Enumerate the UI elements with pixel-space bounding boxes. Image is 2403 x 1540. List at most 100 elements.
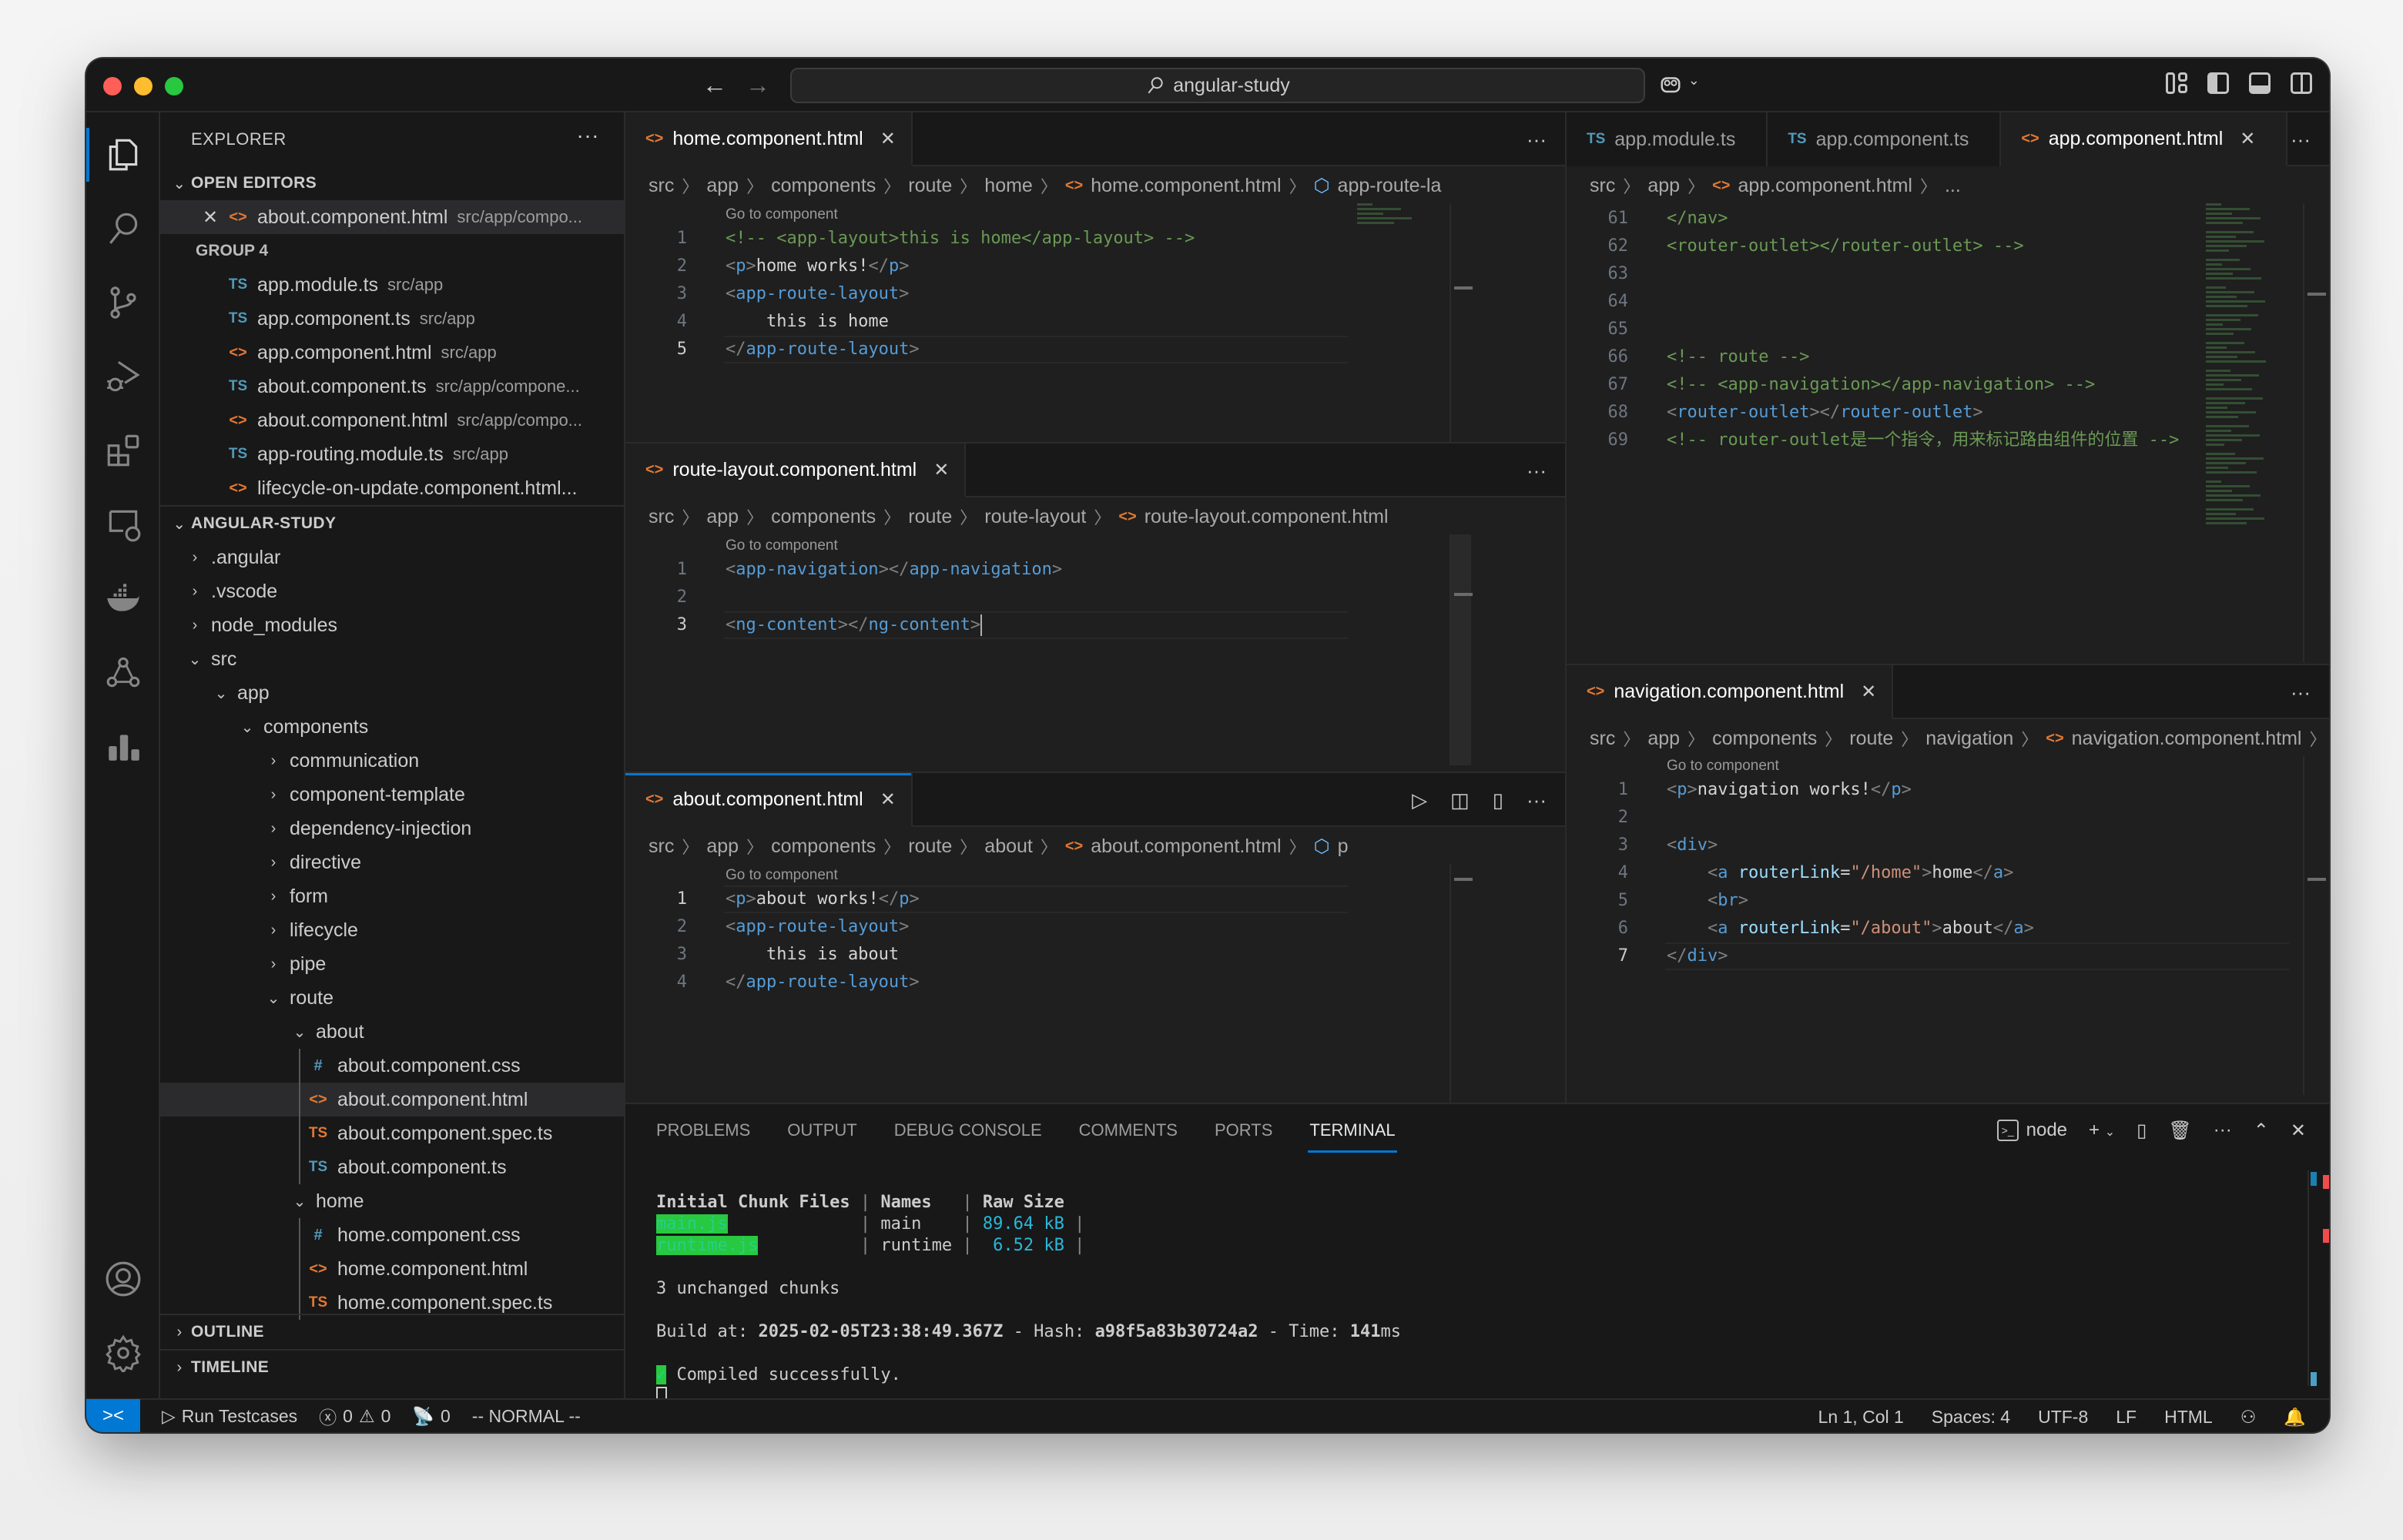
open-editor-item[interactable]: TS app.module.ts src/app: [160, 268, 624, 302]
terminal-instance[interactable]: >_ node: [1996, 1120, 2067, 1141]
project-section-header[interactable]: ⌄ ANGULAR-STUDY: [160, 507, 624, 541]
breadcrumb-item[interactable]: src: [649, 835, 674, 858]
maximize-panel-icon[interactable]: ⌃: [2254, 1120, 2269, 1142]
tree-folder[interactable]: › .vscode: [160, 574, 624, 608]
tree-folder[interactable]: › .angular: [160, 541, 624, 574]
run-icon[interactable]: ▷: [1412, 788, 1427, 812]
vertical-scrollbar[interactable]: [1450, 534, 1473, 765]
code-editor[interactable]: 1 <!-- <app-layout>this is home</app-layo…: [625, 225, 1396, 363]
tree-file[interactable]: # home.component.css: [160, 1218, 624, 1252]
editor-more-actions-button[interactable]: ···: [2291, 681, 2311, 705]
close-tab-icon[interactable]: ✕: [2240, 128, 2255, 150]
vertical-scrollbar[interactable]: [1450, 864, 1473, 1103]
breadcrumb-item[interactable]: src: [649, 506, 674, 528]
breadcrumb-item[interactable]: ...: [1945, 175, 1961, 197]
tree-file[interactable]: <> home.component.html: [160, 1252, 624, 1286]
panel-tab-comments[interactable]: COMMENTS: [1079, 1120, 1178, 1140]
minimap[interactable]: [2206, 203, 2275, 664]
open-editors-section-header[interactable]: ⌄ OPEN EDITORS: [160, 166, 624, 200]
copilot-menu-button[interactable]: ⌄: [1659, 72, 1700, 101]
breadcrumb-item[interactable]: src: [1590, 175, 1615, 197]
panel-tab-output[interactable]: OUTPUT: [787, 1120, 856, 1140]
customize-layout-button[interactable]: [2166, 72, 2187, 94]
open-editor-item[interactable]: <> lifecycle-on-update.component.html...: [160, 471, 624, 505]
breadcrumb-item[interactable]: app: [706, 835, 739, 858]
copilot-status-icon[interactable]: ⚇: [2240, 1407, 2257, 1428]
tree-folder[interactable]: › node_modules: [160, 608, 624, 642]
go-back-button[interactable]: ←: [702, 71, 727, 99]
breadcrumb-item[interactable]: route: [908, 835, 952, 858]
go-to-component-codelens[interactable]: Go to component: [726, 206, 838, 223]
breadcrumb-item[interactable]: components: [771, 835, 876, 858]
gitlens-activity[interactable]: [86, 638, 160, 707]
tree-folder[interactable]: ⌄ app: [160, 676, 624, 710]
breadcrumb-item[interactable]: route: [1849, 728, 1893, 750]
tree-folder[interactable]: › directive: [160, 845, 624, 879]
tab-route-layout-component-html[interactable]: <> route-layout.component.html ✕: [625, 444, 967, 497]
panel-tab-terminal[interactable]: TERMINAL: [1308, 1120, 1397, 1153]
editor-more-actions-button[interactable]: ···: [1527, 128, 1547, 152]
breadcrumb-item[interactable]: route: [908, 175, 952, 197]
editor-more-actions-button[interactable]: ···: [1527, 459, 1547, 483]
code-editor[interactable]: 1 <app-navigation></app-navigation> 2 3 <ng-…: [625, 556, 1396, 639]
open-preview-icon[interactable]: ◫: [1450, 788, 1470, 812]
tree-folder[interactable]: › dependency-injection: [160, 812, 624, 845]
panel-tab-debug-console[interactable]: DEBUG CONSOLE: [894, 1120, 1042, 1140]
open-editor-item[interactable]: <> app.component.html src/app: [160, 336, 624, 370]
panel-tab-ports[interactable]: PORTS: [1215, 1120, 1272, 1140]
breadcrumb-item[interactable]: navigation: [1925, 728, 2013, 750]
tab-app-component-html[interactable]: <> app.component.html ✕: [2001, 112, 2288, 166]
tree-folder[interactable]: › lifecycle: [160, 913, 624, 947]
breadcrumb-item[interactable]: route: [908, 506, 952, 528]
breadcrumb-item[interactable]: components: [771, 506, 876, 528]
breadcrumb-item[interactable]: app: [706, 175, 739, 197]
cursor-position[interactable]: Ln 1, Col 1: [1818, 1407, 1904, 1428]
toggle-secondary-sidebar-button[interactable]: [2291, 72, 2312, 94]
vertical-scrollbar[interactable]: [2303, 203, 2326, 662]
tree-file[interactable]: TS about.component.spec.ts: [160, 1116, 624, 1150]
charts-activity[interactable]: [86, 711, 160, 781]
toggle-primary-sidebar-button[interactable]: [2207, 72, 2229, 94]
breadcrumb-item[interactable]: about: [984, 835, 1033, 858]
tab-app-component-ts[interactable]: TS app.component.ts: [1768, 112, 2002, 166]
split-editor-icon[interactable]: ▯: [1493, 788, 1503, 812]
end-of-line[interactable]: LF: [2116, 1407, 2137, 1428]
trash-icon[interactable]: 🗑: [2168, 1120, 2191, 1142]
breadcrumb-item[interactable]: app: [1647, 175, 1680, 197]
terminal-scrollbar[interactable]: [2307, 1170, 2329, 1386]
new-terminal-button[interactable]: + ⌄: [2089, 1120, 2115, 1141]
accounts-activity[interactable]: [86, 1244, 160, 1314]
remote-explorer-activity[interactable]: [86, 490, 160, 559]
manage-activity[interactable]: [86, 1318, 160, 1388]
extensions-activity[interactable]: [86, 416, 160, 485]
tree-folder[interactable]: › component-template: [160, 778, 624, 812]
toggle-panel-button[interactable]: [2249, 72, 2271, 94]
tree-folder[interactable]: › form: [160, 879, 624, 913]
problems-indicator[interactable]: ⓧ 0 ⚠ 0: [319, 1403, 390, 1429]
explorer-activity[interactable]: [86, 120, 160, 189]
minimize-window-button[interactable]: [134, 77, 152, 95]
terminal-output[interactable]: Initial Chunk Files | Names | Raw Size m…: [656, 1170, 1401, 1408]
breadcrumb-item[interactable]: components: [1712, 728, 1817, 750]
open-editor-item[interactable]: TS app-routing.module.ts src/app: [160, 437, 624, 471]
notifications-bell-icon[interactable]: 🔔: [2284, 1407, 2306, 1428]
remote-indicator-button[interactable]: ><: [86, 1399, 140, 1432]
vertical-scrollbar[interactable]: [1450, 203, 1473, 442]
breadcrumb-item[interactable]: navigation.component.html: [2072, 728, 2302, 750]
breadcrumb-item[interactable]: app: [1647, 728, 1680, 750]
breadcrumb-item[interactable]: src: [649, 175, 674, 197]
close-tab-icon[interactable]: ✕: [880, 788, 896, 811]
ports-indicator[interactable]: 📡 0: [412, 1406, 450, 1427]
tree-folder[interactable]: ⌄ home: [160, 1184, 624, 1218]
open-editor-item[interactable]: TS app.component.ts src/app: [160, 302, 624, 336]
close-tab-icon[interactable]: ✕: [933, 459, 949, 481]
panel-more-actions-button[interactable]: ···: [2214, 1120, 2232, 1141]
encoding[interactable]: UTF-8: [2038, 1407, 2088, 1428]
breadcrumb-item[interactable]: app-route-la: [1338, 175, 1442, 197]
close-window-button[interactable]: [103, 77, 122, 95]
tree-file[interactable]: TS about.component.ts: [160, 1150, 624, 1184]
editor-more-actions-button[interactable]: ···: [2291, 128, 2311, 152]
run-debug-activity[interactable]: [86, 342, 160, 411]
indentation[interactable]: Spaces: 4: [1932, 1407, 2010, 1428]
tree-folder[interactable]: › pipe: [160, 947, 624, 981]
